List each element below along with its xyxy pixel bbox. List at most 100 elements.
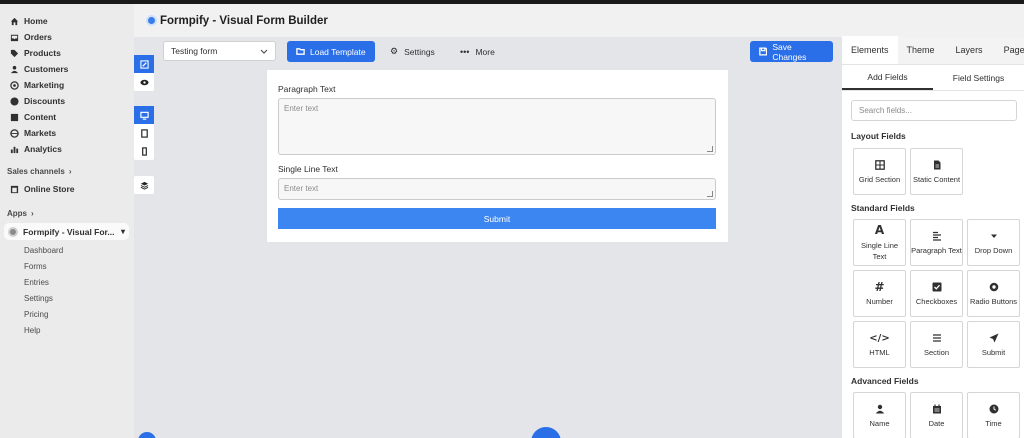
- store-icon: [9, 184, 19, 194]
- app-formpify[interactable]: Formpify - Visual For... ▾: [4, 223, 129, 240]
- standard-fields-grid: A Single Line Text Paragraph Text Drop D…: [842, 219, 1024, 368]
- code-icon: </>: [869, 332, 890, 344]
- layers-button[interactable]: [134, 176, 154, 194]
- app-sub-forms[interactable]: Forms: [0, 258, 134, 274]
- tablet-view-button[interactable]: [134, 124, 154, 142]
- app-sub-pricing[interactable]: Pricing: [0, 306, 134, 322]
- nav-markets[interactable]: Markets: [0, 125, 134, 141]
- field-card-number[interactable]: # Number: [853, 270, 906, 317]
- nav-customers[interactable]: Customers: [0, 61, 134, 77]
- discount-icon: [9, 96, 19, 106]
- card-label: Name: [869, 419, 890, 428]
- subtab-add-fields[interactable]: Add Fields: [842, 65, 933, 90]
- field-card-grid-section[interactable]: Grid Section: [853, 148, 906, 195]
- app-logo-icon: [8, 226, 18, 237]
- hash-icon: #: [874, 279, 885, 294]
- nav-marketing[interactable]: Marketing: [0, 77, 134, 93]
- nav-label: Orders: [24, 32, 52, 42]
- advanced-fields-grid: Name Date Time: [842, 392, 1024, 438]
- resize-handle-icon[interactable]: [707, 191, 713, 197]
- tab-pages[interactable]: Pages: [992, 36, 1024, 64]
- builder-toolbar: Testing form Load Template ⚙ Settings ••…: [134, 37, 839, 67]
- nav-analytics[interactable]: Analytics: [0, 141, 134, 157]
- align-left-icon: [932, 229, 942, 243]
- nav-label: Discounts: [24, 96, 66, 106]
- nav-content[interactable]: Content: [0, 109, 134, 125]
- nav-orders[interactable]: Orders: [0, 29, 134, 45]
- more-label: More: [475, 46, 495, 57]
- checkbox-icon: [932, 280, 942, 294]
- app-sub-help[interactable]: Help: [0, 322, 134, 338]
- card-label: Grid Section: [858, 175, 901, 184]
- field-card-html[interactable]: </> HTML: [853, 321, 906, 368]
- card-label: Section: [923, 348, 950, 357]
- mobile-view-button[interactable]: [134, 142, 154, 160]
- field-card-submit[interactable]: Submit: [967, 321, 1020, 368]
- card-label: Number: [866, 297, 893, 306]
- nav-online-store[interactable]: Online Store: [0, 181, 134, 197]
- save-changes-button[interactable]: Save Changes: [750, 41, 833, 62]
- field-card-paragraph-text[interactable]: Paragraph Text: [910, 219, 963, 266]
- layers-toolbar: [134, 176, 154, 194]
- field-card-single-line-text[interactable]: A Single Line Text: [853, 219, 906, 266]
- card-label: Paragraph Text: [911, 246, 962, 255]
- tab-layers[interactable]: Layers: [944, 36, 992, 64]
- form-select-value: Testing form: [171, 46, 218, 56]
- field-card-time[interactable]: Time: [967, 392, 1020, 438]
- edit-mode-button[interactable]: [134, 55, 154, 73]
- form-submit-button[interactable]: Submit: [278, 208, 716, 229]
- card-label: HTML: [869, 348, 890, 357]
- send-icon: [989, 331, 999, 345]
- app-sub-dashboard[interactable]: Dashboard: [0, 242, 134, 258]
- more-icon[interactable]: ▾: [121, 227, 125, 236]
- search-fields-input[interactable]: Search fields...: [851, 100, 1017, 121]
- ellipsis-icon: •••: [460, 46, 470, 57]
- advanced-fields-title: Advanced Fields: [851, 376, 919, 386]
- desktop-view-button[interactable]: [134, 106, 154, 124]
- nav-discounts[interactable]: Discounts: [0, 93, 134, 109]
- nav-label: Home: [24, 16, 48, 26]
- clock-icon: [989, 402, 999, 416]
- nav-home[interactable]: Home: [0, 13, 134, 29]
- single-line-text-field[interactable]: Enter text: [278, 178, 716, 200]
- nav-label: Analytics: [24, 144, 62, 154]
- nav-products[interactable]: Products: [0, 45, 134, 61]
- field-card-section[interactable]: Section: [910, 321, 963, 368]
- target-icon: [9, 80, 19, 90]
- nav-label: Online Store: [24, 184, 75, 194]
- person-icon: [875, 402, 885, 416]
- field-card-drop-down[interactable]: Drop Down: [967, 219, 1020, 266]
- card-label: Drop Down: [974, 246, 1013, 255]
- field-card-date[interactable]: Date: [910, 392, 963, 438]
- card-label: Date: [928, 419, 945, 428]
- nav-label: Products: [24, 48, 61, 58]
- inbox-icon: [9, 32, 19, 42]
- resize-handle-icon[interactable]: [707, 146, 713, 152]
- preview-mode-button[interactable]: [134, 73, 154, 91]
- paragraph-text-field[interactable]: Enter text: [278, 98, 716, 155]
- radio-icon: [989, 280, 999, 294]
- app-sub-settings[interactable]: Settings: [0, 290, 134, 306]
- single-line-field-label: Single Line Text: [278, 164, 338, 174]
- sales-channels-header[interactable]: Sales channels ›: [0, 163, 134, 179]
- settings-button[interactable]: ⚙ Settings: [390, 41, 435, 62]
- tag-icon: [9, 48, 19, 58]
- menu-icon: [932, 331, 942, 345]
- app-sub-entries[interactable]: Entries: [0, 274, 134, 290]
- form-select[interactable]: Testing form: [163, 41, 276, 61]
- field-card-radio-buttons[interactable]: Radio Buttons: [967, 270, 1020, 317]
- tablet-icon: [140, 128, 148, 138]
- tab-theme[interactable]: Theme: [898, 36, 944, 64]
- apps-header[interactable]: Apps ›: [0, 205, 134, 221]
- card-label: Static Content: [912, 175, 961, 184]
- more-button[interactable]: ••• More: [460, 41, 495, 62]
- field-card-name[interactable]: Name: [853, 392, 906, 438]
- field-card-static-content[interactable]: Static Content: [910, 148, 963, 195]
- caret-down-icon: [989, 229, 999, 243]
- subtab-field-settings[interactable]: Field Settings: [933, 65, 1024, 90]
- field-card-checkboxes[interactable]: Checkboxes: [910, 270, 963, 317]
- card-label: Single Line Text: [860, 240, 899, 261]
- load-template-button[interactable]: Load Template: [287, 41, 375, 62]
- card-label: Time: [985, 419, 1002, 428]
- tab-elements[interactable]: Elements: [842, 36, 898, 64]
